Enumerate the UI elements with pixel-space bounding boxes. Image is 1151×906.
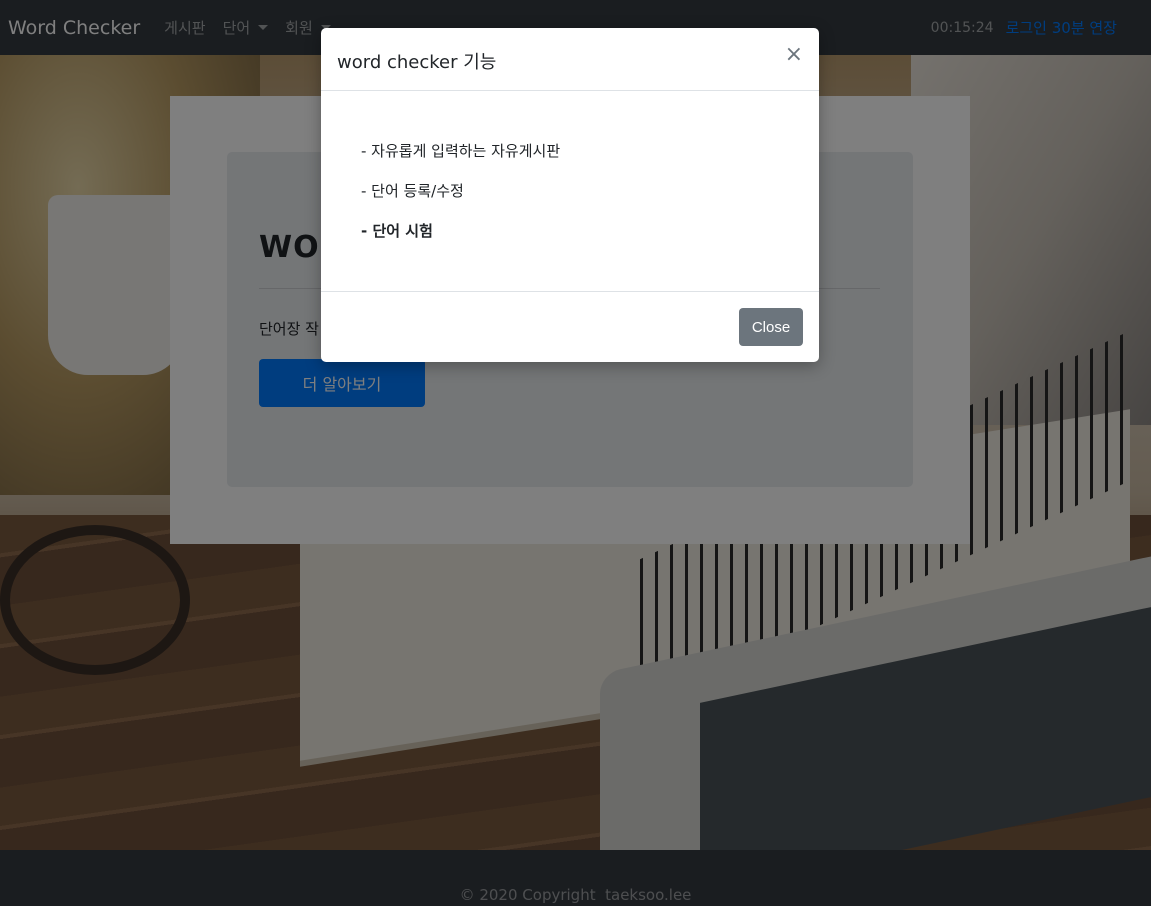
modal-body: - 자유롭게 입력하는 자유게시판 - 단어 등록/수정 - 단어 시험 — [321, 91, 819, 291]
feature-item-words: - 단어 등록/수정 — [361, 182, 464, 200]
modal-footer: Close — [321, 291, 819, 362]
page: Word Checker 게시판 단어 회원 00:15:24 로그인 30분 … — [0, 0, 1151, 906]
feature-modal: word checker 기능 × - 자유롭게 입력하는 자유게시판 - 단어… — [321, 28, 819, 362]
feature-item-board: - 자유롭게 입력하는 자유게시판 — [361, 142, 561, 160]
modal-title: word checker 기능 — [337, 52, 497, 73]
modal-header: word checker 기능 × — [321, 28, 819, 91]
feature-item-test: - 단어 시험 — [361, 222, 433, 240]
close-button[interactable]: Close — [739, 308, 803, 346]
close-icon[interactable]: × — [785, 44, 803, 66]
